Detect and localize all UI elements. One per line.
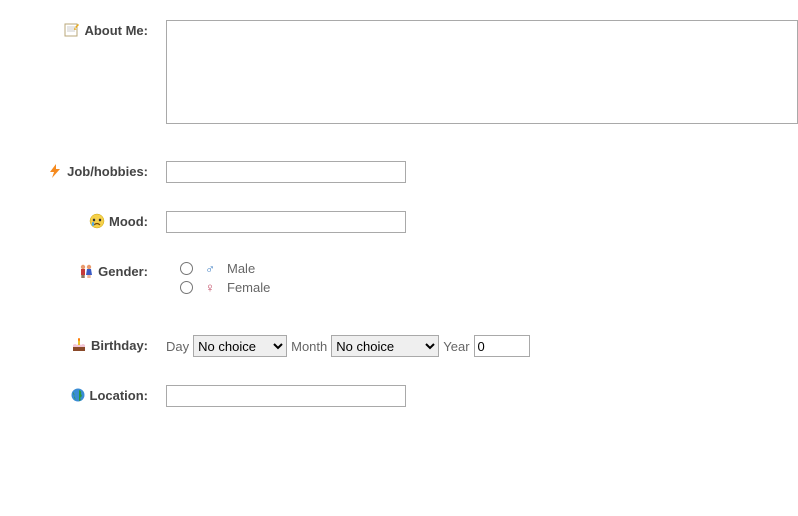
birthday-day-select[interactable]: No choice (193, 335, 287, 357)
job-input[interactable] (166, 161, 406, 183)
row-birthday: Birthday: Day No choice Month No choice … (0, 335, 798, 357)
birthday-year-label: Year (443, 339, 469, 354)
label-birthday: Birthday: (0, 335, 148, 353)
label-location: Location: (0, 385, 148, 403)
label-about-text: About Me: (84, 23, 148, 38)
birthday-year-input[interactable] (474, 335, 530, 357)
female-symbol-icon: ♀ (203, 280, 217, 295)
birthday-month-label: Month (291, 339, 327, 354)
globe-icon (70, 387, 86, 403)
label-location-text: Location: (90, 388, 149, 403)
label-birthday-text: Birthday: (91, 338, 148, 353)
cake-icon (71, 337, 87, 353)
label-gender: Gender: (0, 261, 148, 279)
label-gender-text: Gender: (98, 264, 148, 279)
label-job-text: Job/hobbies: (67, 164, 148, 179)
label-mood-text: Mood: (109, 214, 148, 229)
gender-radio-male[interactable] (180, 262, 193, 275)
birthday-line: Day No choice Month No choice Year (166, 335, 530, 357)
location-input[interactable] (166, 385, 406, 407)
row-location: Location: (0, 385, 798, 407)
crying-face-icon (89, 213, 105, 229)
birthday-month-select[interactable]: No choice (331, 335, 439, 357)
label-mood: Mood: (0, 211, 148, 229)
about-textarea[interactable] (166, 20, 798, 124)
birthday-day-label: Day (166, 339, 189, 354)
control-about (148, 20, 798, 127)
control-job (148, 161, 406, 183)
male-symbol-icon: ♂ (203, 261, 217, 276)
control-location (148, 385, 406, 407)
gender-option-female[interactable]: ♀ Female (180, 280, 270, 295)
mood-input[interactable] (166, 211, 406, 233)
gender-radio-female[interactable] (180, 281, 193, 294)
control-gender: ♂ Male ♀ Female (148, 261, 270, 295)
lightning-icon (47, 163, 63, 179)
edit-note-icon (64, 22, 80, 38)
row-mood: Mood: (0, 211, 798, 233)
row-job: Job/hobbies: (0, 161, 798, 183)
gender-option-male[interactable]: ♂ Male (180, 261, 270, 276)
gender-options: ♂ Male ♀ Female (166, 261, 270, 295)
people-icon (78, 263, 94, 279)
control-birthday: Day No choice Month No choice Year (148, 335, 530, 357)
gender-male-text: Male (227, 261, 255, 276)
label-about: About Me: (0, 20, 148, 38)
gender-female-text: Female (227, 280, 270, 295)
row-gender: Gender: ♂ Male ♀ Female (0, 261, 798, 295)
control-mood (148, 211, 406, 233)
label-job: Job/hobbies: (0, 161, 148, 179)
row-about: About Me: (0, 20, 798, 127)
